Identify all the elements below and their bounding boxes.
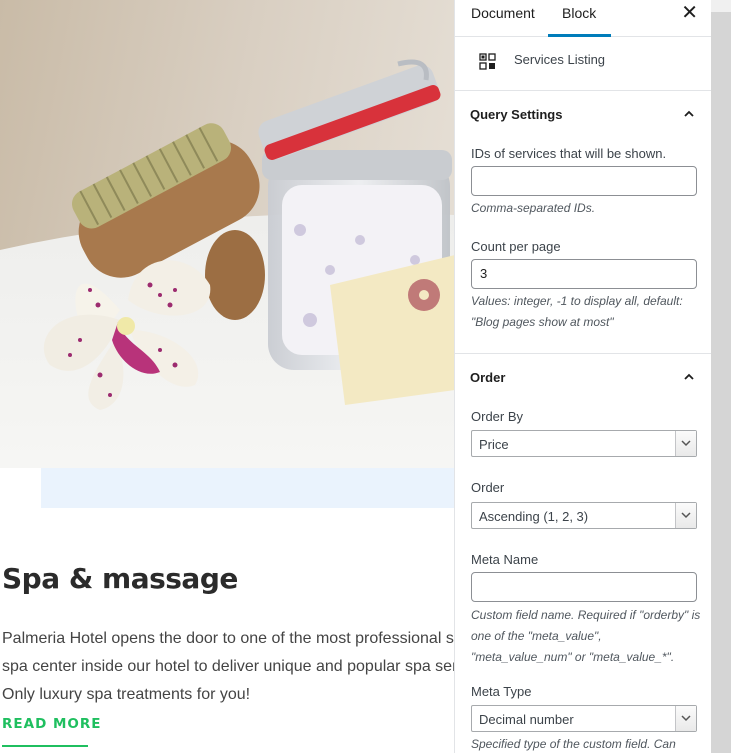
services-block-icon	[479, 53, 496, 70]
order-by-label: Order By	[471, 409, 524, 424]
excerpt-line: Palmeria Hotel opens the door to one of …	[2, 630, 454, 647]
ids-help: Comma-separated IDs.	[471, 201, 596, 215]
tab-block[interactable]: Block	[548, 0, 611, 37]
block-card: Services Listing	[455, 37, 712, 91]
service-excerpt: Palmeria Hotel opens the door to one of …	[2, 625, 455, 709]
meta-name-label: Meta Name	[471, 552, 539, 567]
chevron-up-icon	[684, 110, 694, 117]
block-name: Services Listing	[514, 52, 606, 67]
order-panel: Order Order By Price Order Ascending (1,…	[455, 354, 712, 753]
count-input[interactable]: 3	[471, 259, 697, 289]
order-value: Ascending (1, 2, 3)	[479, 509, 589, 524]
read-more-link[interactable]: READ MORE	[2, 716, 102, 732]
count-help: Values: integer, -1 to display all, defa…	[471, 294, 683, 329]
chevron-down-icon	[681, 715, 691, 722]
excerpt-line: spa center inside our hotel to deliver u…	[2, 658, 455, 675]
chevron-down-icon	[681, 440, 691, 447]
order-label: Order	[471, 480, 505, 495]
meta-name-help: Custom field name. Required if "orderby"…	[471, 608, 701, 664]
query-settings-toggle[interactable]: Query Settings	[455, 91, 712, 139]
spa-photo[interactable]	[0, 0, 455, 468]
chevron-down-icon	[681, 512, 691, 519]
dropdown-button[interactable]	[675, 431, 696, 456]
ids-label: IDs of services that will be shown.	[471, 146, 667, 161]
meta-type-select[interactable]: Decimal number	[471, 705, 697, 732]
editor-canvas: Spa & massage Palmeria Hotel opens the d…	[0, 0, 455, 753]
panel-title: Order	[470, 370, 506, 385]
query-settings-panel: Query Settings IDs of services that will…	[455, 91, 712, 353]
scrollbar-corner	[711, 0, 731, 12]
meta-type-label: Meta Type	[471, 684, 532, 699]
meta-type-value: Decimal number	[479, 712, 574, 727]
dropdown-button[interactable]	[675, 503, 696, 528]
order-toggle[interactable]: Order	[455, 354, 712, 402]
block-placeholder-strip	[41, 468, 455, 508]
excerpt-line: Only luxury spa treatments for you!	[2, 686, 251, 703]
order-select[interactable]: Ascending (1, 2, 3)	[471, 502, 697, 529]
dropdown-button[interactable]	[675, 706, 696, 731]
order-by-value: Price	[479, 437, 509, 452]
ids-input[interactable]	[471, 166, 697, 196]
block-settings-sidebar: Document Block ✕ Services Listing Query …	[454, 0, 712, 753]
scrollbar-track[interactable]	[711, 12, 731, 753]
count-label: Count per page	[471, 239, 561, 254]
service-title[interactable]: Spa & massage	[2, 562, 238, 595]
close-icon[interactable]: ✕	[681, 2, 698, 24]
meta-type-help: Specified type of the custom field. Can	[471, 737, 676, 751]
order-by-select[interactable]: Price	[471, 430, 697, 457]
read-more-underline	[2, 745, 88, 747]
tab-document[interactable]: Document	[471, 0, 535, 36]
sidebar-tabs: Document Block ✕	[455, 0, 712, 37]
meta-name-input[interactable]	[471, 572, 697, 602]
panel-title: Query Settings	[470, 107, 563, 122]
chevron-up-icon	[684, 373, 694, 380]
